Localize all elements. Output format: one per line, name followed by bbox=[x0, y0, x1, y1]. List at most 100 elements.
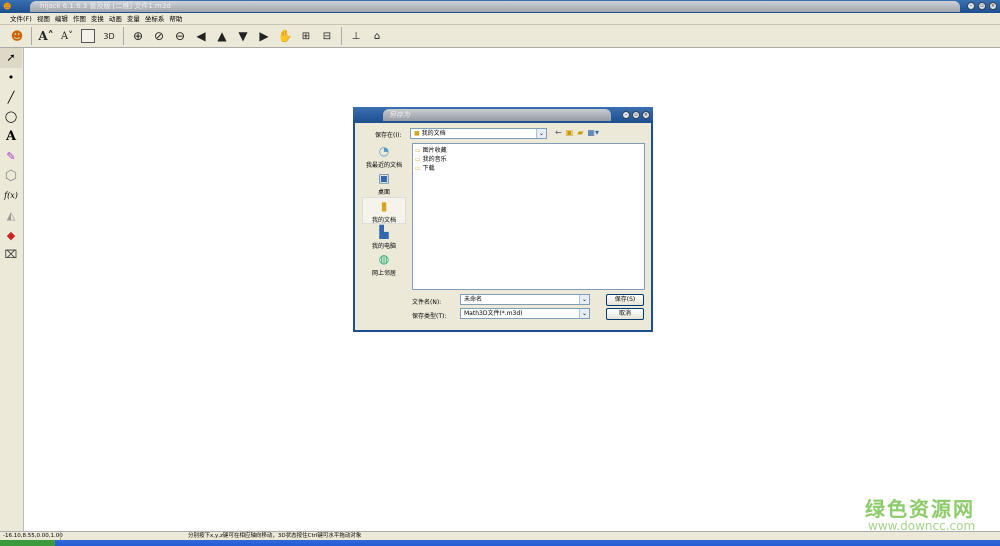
remove-box-icon[interactable]: ⊟ bbox=[318, 27, 336, 45]
pointer-icon[interactable]: ➚ bbox=[0, 48, 22, 68]
file-item[interactable]: ▭ 下载 bbox=[415, 164, 644, 173]
arrow-right-icon[interactable]: ▶ bbox=[255, 27, 273, 45]
file-name: 我的音乐 bbox=[422, 156, 447, 163]
place-label: 桌面 bbox=[377, 189, 390, 196]
up-folder-icon[interactable]: ▣ bbox=[566, 128, 574, 137]
place-label: 我的文档 bbox=[371, 217, 396, 224]
menu-coordinate[interactable]: 坐标系 bbox=[145, 13, 165, 24]
separator bbox=[31, 27, 32, 45]
save-button[interactable]: 保存(S) bbox=[606, 294, 644, 306]
dialog-help-button[interactable]: – bbox=[622, 111, 630, 119]
place-network[interactable]: ◍ 网上邻居 bbox=[362, 251, 406, 278]
folder-icon: ▭ bbox=[415, 147, 423, 154]
hierarchy-icon[interactable]: ⊥ bbox=[347, 27, 365, 45]
font-larger-icon[interactable]: A˄ bbox=[37, 27, 55, 45]
new-folder-icon[interactable]: ▰ bbox=[577, 128, 583, 137]
desktop-icon: ▣ bbox=[378, 171, 390, 185]
solid-icon[interactable]: ◭ bbox=[0, 206, 22, 226]
place-label: 我最近的文档 bbox=[365, 162, 402, 169]
chevron-down-icon[interactable]: ⌄ bbox=[579, 295, 589, 304]
chevron-down-icon[interactable]: ⌄ bbox=[579, 309, 589, 318]
line-icon[interactable]: ╱ bbox=[0, 87, 22, 107]
place-recent[interactable]: ◔ 我最近的文档 bbox=[362, 143, 406, 170]
place-label: 我的电脑 bbox=[371, 243, 396, 250]
back-icon[interactable]: ← bbox=[555, 128, 562, 137]
place-my-computer[interactable]: ▙ 我的电脑 bbox=[362, 224, 406, 251]
menu-file[interactable]: 文件(F) bbox=[10, 13, 32, 24]
separator bbox=[123, 27, 124, 45]
filetype-select[interactable]: Math3D文件(*.m3d) ⌄ bbox=[460, 308, 590, 319]
app-icon: ☻ bbox=[3, 2, 12, 11]
3d-glasses-icon[interactable]: 3D bbox=[100, 27, 118, 45]
my-computer-icon: ▙ bbox=[379, 225, 389, 239]
zoom-reset-icon[interactable]: ⊘ bbox=[150, 27, 168, 45]
circle-icon[interactable]: ◯ bbox=[0, 107, 22, 127]
logo-icon[interactable]: ☻ bbox=[8, 27, 26, 45]
status-hint: 分别按下x,y,z键可在相应轴向移动，3D状态按住Ctrl键可水平拖动对象 bbox=[188, 533, 362, 539]
restore-button[interactable]: ▫ bbox=[978, 2, 986, 10]
file-name: 图片收藏 bbox=[422, 147, 447, 154]
point-icon[interactable]: • bbox=[0, 68, 22, 88]
filename-label: 文件名(N): bbox=[412, 299, 442, 306]
watermark-title: 绿色资源网 bbox=[865, 497, 975, 521]
menu-bar: 文件(F) 视图 编辑 作图 变换 动画 变量 坐标系 帮助 bbox=[0, 13, 1000, 25]
chevron-down-icon[interactable]: ⌄ bbox=[536, 129, 546, 138]
menu-draw[interactable]: 作图 bbox=[73, 13, 86, 24]
font-smaller-icon[interactable]: A˅ bbox=[58, 27, 76, 45]
window-title: hijack 6.1.6.3 普及版 [二维] 文件1.m3d bbox=[30, 1, 960, 12]
places-bar: ◔ 我最近的文档 ▣ 桌面 ▮ 我的文档 ▙ 我的电脑 ◍ 网上邻居 bbox=[362, 143, 406, 278]
zoom-out-icon[interactable]: ⊖ bbox=[171, 27, 189, 45]
folder-icon: ▭ bbox=[415, 156, 423, 163]
trash-icon[interactable]: ⌧ bbox=[0, 245, 22, 265]
close-button[interactable]: × bbox=[989, 2, 997, 10]
file-list[interactable]: ▭ 图片收藏 ▭ 我的音乐 ▭ 下载 bbox=[412, 143, 645, 290]
folder-icon: ■ bbox=[414, 130, 422, 137]
function-icon[interactable]: f(x) bbox=[0, 186, 22, 206]
polygon-icon[interactable]: ⬡ bbox=[0, 166, 22, 186]
folder-icon: ▭ bbox=[415, 165, 423, 172]
separator bbox=[341, 27, 342, 45]
color-icon[interactable]: ◆ bbox=[0, 225, 22, 245]
coordinates: -16.10,8.55,0.00,1.00 bbox=[3, 533, 63, 539]
dialog-title: 另存为 bbox=[383, 109, 611, 121]
title-bar: ☻ hijack 6.1.6.3 普及版 [二维] 文件1.m3d – ▫ × bbox=[0, 0, 1000, 13]
toolbar: ☻ A˄ A˅ 3D ⊕ ⊘ ⊖ ◀ ▲ ▼ ▶ ✋ ⊞ ⊟ ⊥ ⌂ bbox=[0, 25, 1000, 48]
taskbar bbox=[0, 540, 1000, 546]
place-desktop[interactable]: ▣ 桌面 bbox=[362, 170, 406, 197]
hand-icon[interactable]: ✋ bbox=[276, 27, 294, 45]
minimize-button[interactable]: – bbox=[967, 2, 975, 10]
add-box-icon[interactable]: ⊞ bbox=[297, 27, 315, 45]
left-toolbar: ➚ • ╱ ◯ A ✎ ⬡ f(x) ◭ ◆ ⌧ bbox=[0, 48, 24, 531]
frame-icon[interactable] bbox=[79, 27, 97, 45]
menu-variable[interactable]: 变量 bbox=[127, 13, 140, 24]
dialog-maximize-button[interactable]: ▫ bbox=[632, 111, 640, 119]
place-my-documents[interactable]: ▮ 我的文档 bbox=[362, 197, 406, 224]
menu-edit[interactable]: 编辑 bbox=[55, 13, 68, 24]
dialog-title-bar: 另存为 – ▫ × bbox=[353, 107, 653, 123]
dialog-close-button[interactable]: × bbox=[642, 111, 650, 119]
menu-help[interactable]: 帮助 bbox=[169, 13, 182, 24]
arrow-up-icon[interactable]: ▲ bbox=[213, 27, 231, 45]
menu-view[interactable]: 视图 bbox=[37, 13, 50, 24]
menu-animation[interactable]: 动画 bbox=[109, 13, 122, 24]
start-button[interactable] bbox=[0, 540, 55, 546]
status-bar: -16.10,8.55,0.00,1.00 分别按下x,y,z键可在相应轴向移动… bbox=[0, 531, 1000, 540]
filetype-label: 保存类型(T): bbox=[412, 313, 447, 320]
text-icon[interactable]: A bbox=[0, 127, 22, 147]
filetype-value: Math3D文件(*.m3d) bbox=[464, 310, 523, 317]
zoom-in-icon[interactable]: ⊕ bbox=[129, 27, 147, 45]
separator bbox=[60, 532, 61, 540]
arrow-left-icon[interactable]: ◀ bbox=[192, 27, 210, 45]
save-as-dialog: 另存为 – ▫ × 保存在(I): ■ 我的文档 ⌄ ← ▣ ▰ ▦▾ ◔ 我最近… bbox=[353, 107, 653, 332]
pencil-icon[interactable]: ✎ bbox=[0, 146, 22, 166]
save-in-select[interactable]: ■ 我的文档 ⌄ bbox=[410, 128, 547, 139]
arrow-down-icon[interactable]: ▼ bbox=[234, 27, 252, 45]
menu-transform[interactable]: 变换 bbox=[91, 13, 104, 24]
file-item[interactable]: ▭ 我的音乐 bbox=[415, 155, 644, 164]
file-item[interactable]: ▭ 图片收藏 bbox=[415, 146, 644, 155]
filename-input[interactable]: 未命名 ⌄ bbox=[460, 294, 590, 305]
cancel-button[interactable]: 取消 bbox=[606, 308, 644, 320]
cap-icon[interactable]: ⌂ bbox=[368, 27, 386, 45]
view-menu-icon[interactable]: ▦▾ bbox=[587, 128, 599, 137]
network-icon: ◍ bbox=[378, 252, 390, 266]
